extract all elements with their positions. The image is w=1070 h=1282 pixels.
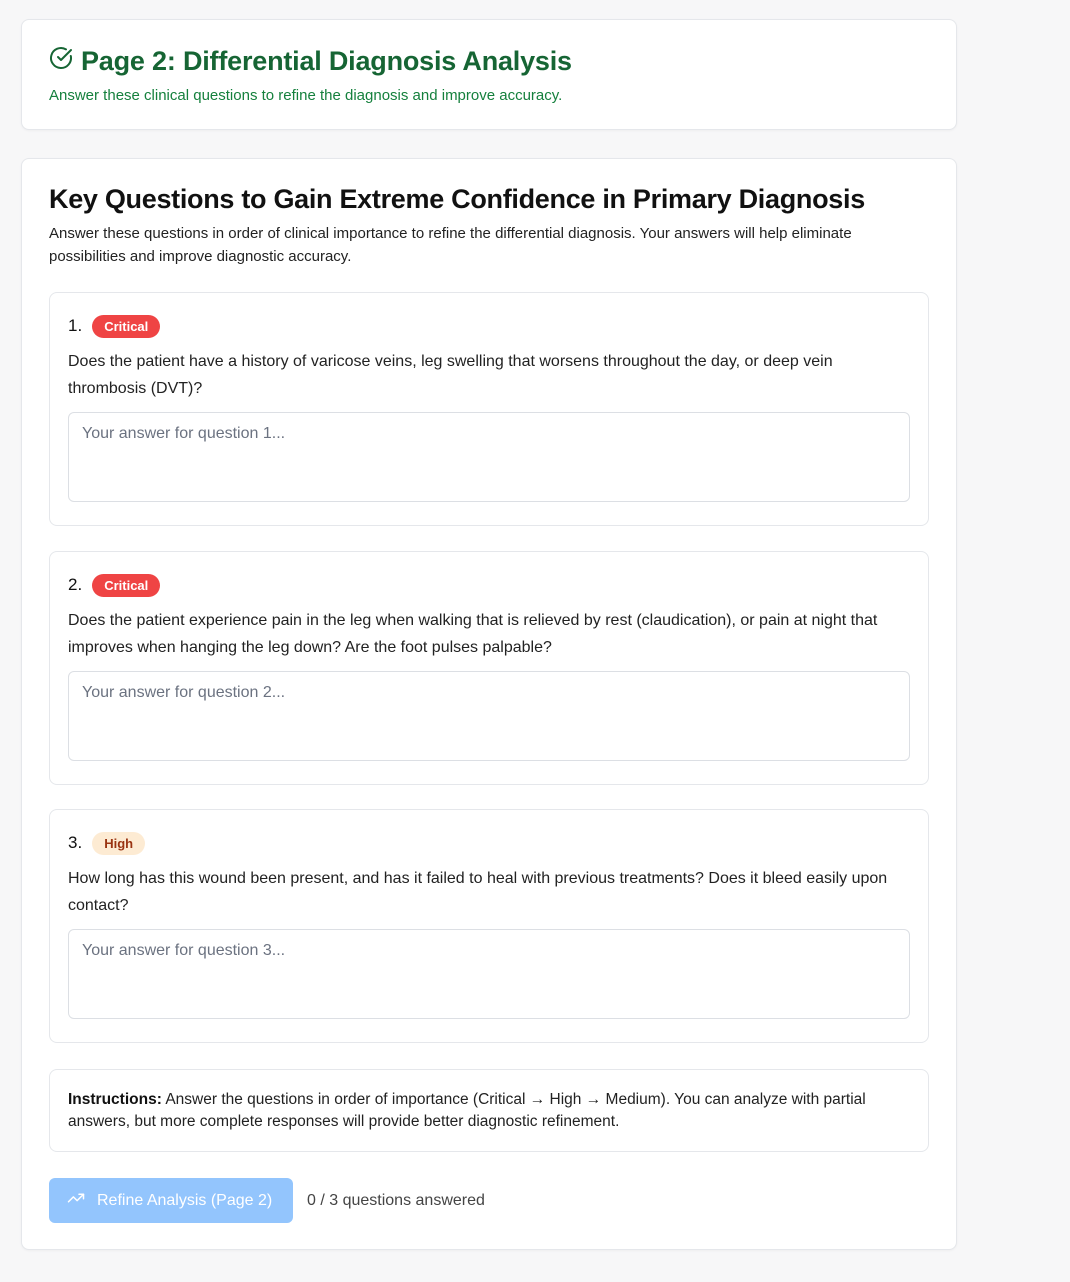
check-circle-icon: [49, 46, 73, 77]
page-title: Page 2: Differential Diagnosis Analysis: [49, 46, 929, 77]
question-card-3: 3. High How long has this wound been pre…: [49, 809, 929, 1043]
priority-badge: High: [92, 831, 146, 855]
page-header-card: Page 2: Differential Diagnosis Analysis …: [21, 19, 957, 130]
refine-analysis-button[interactable]: Refine Analysis (Page 2): [49, 1178, 293, 1223]
action-row: Refine Analysis (Page 2) 0 / 3 questions…: [49, 1178, 485, 1223]
refine-analysis-label: Refine Analysis (Page 2): [97, 1191, 273, 1209]
question-card-1: 1. Critical Does the patient have a hist…: [49, 292, 929, 526]
answer-input-2[interactable]: [68, 671, 910, 761]
answer-input-1[interactable]: [68, 412, 910, 502]
section-title: Key Questions to Gain Extreme Confidence…: [49, 184, 865, 214]
priority-badge: Critical: [92, 314, 161, 338]
question-number: 3.: [68, 833, 83, 852]
question-number: 2.: [68, 575, 83, 594]
priority-badge: Critical: [92, 573, 161, 597]
trending-up-icon: [67, 1189, 85, 1212]
question-card-2: 2. Critical Does the patient experience …: [49, 551, 929, 785]
instructions-label: Instructions:: [68, 1091, 162, 1108]
page-subtitle: Answer these clinical questions to refin…: [49, 87, 563, 104]
question-text: How long has this wound been present, an…: [68, 870, 888, 914]
page-title-text: Page 2: Differential Diagnosis Analysis: [81, 46, 572, 76]
question-text: Does the patient have a history of varic…: [68, 353, 833, 397]
instructions-text: Answer the questions in order of importa…: [68, 1091, 866, 1130]
question-number: 1.: [68, 316, 83, 335]
questions-card: Key Questions to Gain Extreme Confidence…: [21, 158, 957, 1250]
answer-input-3[interactable]: [68, 929, 910, 1019]
instructions-box: Instructions: Answer the questions in or…: [49, 1069, 929, 1152]
answered-progress: 0 / 3 questions answered: [307, 1191, 485, 1209]
section-description: Answer these questions in order of clini…: [49, 225, 852, 265]
question-text: Does the patient experience pain in the …: [68, 612, 878, 656]
